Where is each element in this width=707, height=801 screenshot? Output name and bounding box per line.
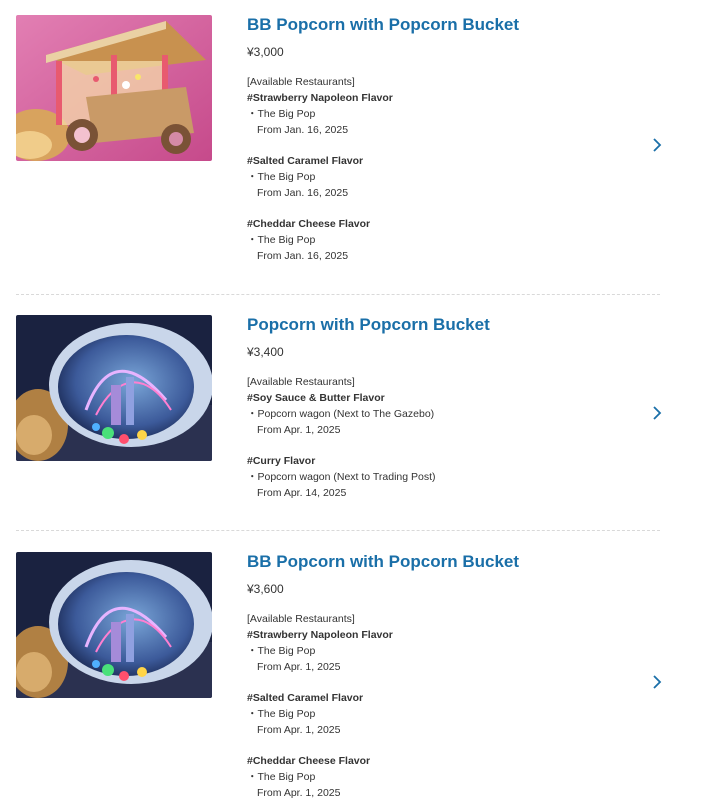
divider	[16, 530, 660, 531]
product-image[interactable]	[16, 552, 212, 698]
start-date: From Apr. 1, 2025	[257, 787, 341, 799]
start-date: From Apr. 1, 2025	[257, 724, 341, 736]
flavor-block: #Cheddar Cheese Flavor ・The Big Pop From…	[247, 754, 647, 801]
restaurant-name: ・The Big Pop	[247, 771, 316, 783]
flavor-block: #Strawberry Napoleon Flavor ・The Big Pop…	[247, 628, 647, 675]
flavor-name: #Cheddar Cheese Flavor	[247, 755, 371, 767]
start-date: From Apr. 1, 2025	[257, 424, 341, 436]
flavor-name: #Strawberry Napoleon Flavor	[247, 92, 393, 104]
start-date: From Jan. 16, 2025	[257, 250, 349, 262]
restaurant-name: ・The Big Pop	[247, 645, 316, 657]
product-price: ¥3,400	[247, 345, 284, 359]
start-date: From Jan. 16, 2025	[257, 124, 349, 136]
flavor-block: #Salted Caramel Flavor ・The Big Pop From…	[247, 154, 647, 201]
chevron-right-icon[interactable]	[651, 405, 663, 421]
start-date: From Jan. 16, 2025	[257, 187, 349, 199]
flavor-block: #Curry Flavor ・Popcorn wagon (Next to Tr…	[247, 454, 647, 501]
product-image[interactable]	[16, 15, 212, 161]
restaurant-name: ・The Big Pop	[247, 708, 316, 720]
available-restaurants-label: [Available Restaurants]	[247, 376, 355, 388]
flavor-name: #Strawberry Napoleon Flavor	[247, 629, 393, 641]
product-price: ¥3,000	[247, 45, 284, 59]
restaurant-name: ・The Big Pop	[247, 108, 316, 120]
chevron-right-icon[interactable]	[651, 137, 663, 153]
flavor-block: #Cheddar Cheese Flavor ・The Big Pop From…	[247, 217, 647, 264]
start-date: From Apr. 14, 2025	[257, 487, 347, 499]
flavor-name: #Salted Caramel Flavor	[247, 155, 364, 167]
product-title[interactable]: BB Popcorn with Popcorn Bucket	[247, 15, 647, 35]
restaurant-name: ・The Big Pop	[247, 234, 316, 246]
divider	[16, 294, 660, 295]
flavor-name: #Soy Sauce & Butter Flavor	[247, 392, 385, 404]
chevron-right-icon[interactable]	[651, 674, 663, 690]
product-image[interactable]	[16, 315, 212, 461]
flavor-block: #Salted Caramel Flavor ・The Big Pop From…	[247, 691, 647, 738]
restaurant-name: ・The Big Pop	[247, 171, 316, 183]
flavor-block: #Soy Sauce & Butter Flavor ・Popcorn wago…	[247, 391, 647, 438]
available-restaurants-label: [Available Restaurants]	[247, 613, 355, 625]
flavor-name: #Cheddar Cheese Flavor	[247, 218, 371, 230]
product-title[interactable]: Popcorn with Popcorn Bucket	[247, 315, 647, 335]
restaurant-name: ・Popcorn wagon (Next to Trading Post)	[247, 471, 436, 483]
flavor-name: #Curry Flavor	[247, 455, 316, 467]
available-restaurants-label: [Available Restaurants]	[247, 76, 355, 88]
flavor-block: #Strawberry Napoleon Flavor ・The Big Pop…	[247, 91, 647, 138]
restaurant-name: ・Popcorn wagon (Next to The Gazebo)	[247, 408, 435, 420]
flavor-name: #Salted Caramel Flavor	[247, 692, 364, 704]
product-price: ¥3,600	[247, 582, 284, 596]
start-date: From Apr. 1, 2025	[257, 661, 341, 673]
product-title[interactable]: BB Popcorn with Popcorn Bucket	[247, 552, 647, 572]
